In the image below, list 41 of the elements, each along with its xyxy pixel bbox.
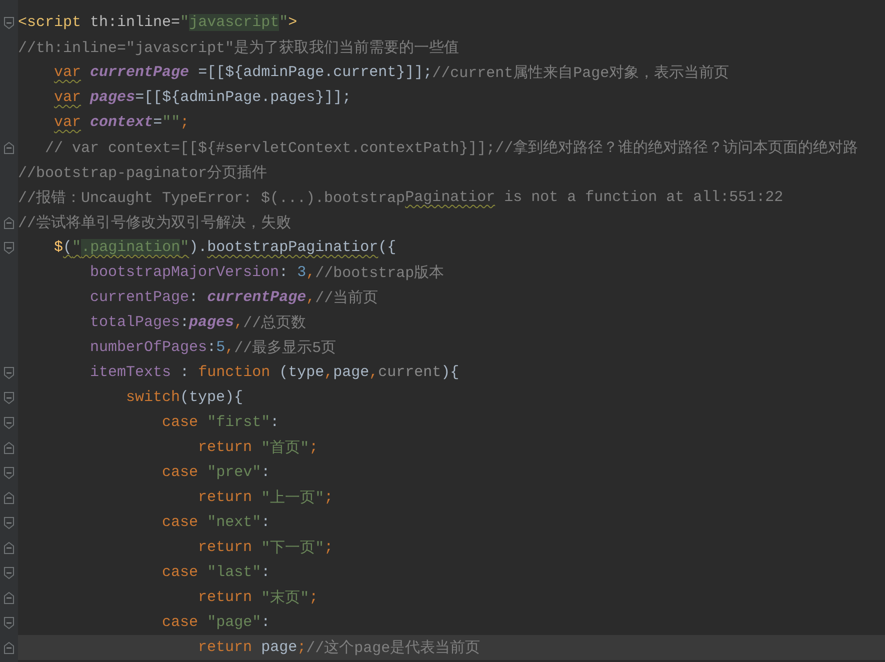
code-line: var pages=[[${adminPage.pages}]];	[53, 88, 352, 108]
fold-icon[interactable]	[4, 492, 14, 504]
fold-icon[interactable]	[4, 416, 14, 428]
fold-icon[interactable]	[4, 216, 14, 228]
code-line: $(".pagination").bootstrapPaginatior({	[53, 238, 398, 258]
fold-icon[interactable]	[4, 566, 14, 578]
code-line: case "next":	[161, 513, 272, 533]
code-line: return "末页";	[197, 588, 320, 609]
code-line: case "first":	[161, 413, 280, 433]
code-line: case "page":	[161, 613, 272, 633]
code-line: var currentPage =[[${adminPage.current}]];//current属性来自Page对象，表示当前页	[53, 63, 730, 84]
code-line: totalPages:pages,//总页数	[89, 313, 308, 334]
fold-icon[interactable]	[4, 442, 14, 454]
code-line: numberOfPages:5,//最多显示5页	[89, 338, 338, 359]
fold-icon[interactable]	[4, 466, 14, 478]
code-line: bootstrapMajorVersion: 3,//bootstrap版本	[89, 263, 446, 284]
code-line: //尝试将单引号修改为双引号解决，失败	[18, 214, 292, 234]
code-line: return "首页";	[197, 438, 320, 459]
fold-icon[interactable]	[4, 592, 14, 604]
code-line: return "下一页";	[197, 538, 334, 559]
code-line: var context="";	[53, 113, 190, 133]
code-line: //th:inline="javascript"是为了获取我们当前需要的一些值	[18, 38, 460, 59]
code-line: itemTexts : function (type,page,current){	[89, 363, 460, 383]
fold-icon[interactable]	[4, 366, 14, 378]
fold-icon[interactable]	[4, 616, 14, 628]
code-line: return "上一页";	[197, 488, 334, 509]
code-line: //报错：Uncaught TypeError: $(...).bootstrapPaginatior is not a function at all:551:22	[18, 188, 784, 209]
fold-icon[interactable]	[4, 142, 14, 154]
code-line: // var context=[[${#servletContext.contextPath}]];//拿到绝对路径？谁的绝对路径？访问本页面的绝对路	[44, 138, 860, 159]
fold-icon[interactable]	[4, 642, 14, 654]
fold-icon[interactable]	[4, 242, 14, 254]
code-line: switch(type){	[125, 388, 244, 408]
code-line: currentPage: currentPage,//当前页	[89, 288, 380, 309]
fold-icon[interactable]	[4, 516, 14, 528]
fold-icon[interactable]	[4, 16, 14, 28]
code-line: <script th:inline="javascript">	[18, 13, 298, 33]
fold-icon[interactable]	[4, 542, 14, 554]
fold-icon[interactable]	[4, 392, 14, 404]
code-line: case "last":	[161, 563, 272, 583]
code-line: //bootstrap-paginator分页插件	[18, 164, 268, 184]
code-line: case "prev":	[161, 463, 272, 483]
